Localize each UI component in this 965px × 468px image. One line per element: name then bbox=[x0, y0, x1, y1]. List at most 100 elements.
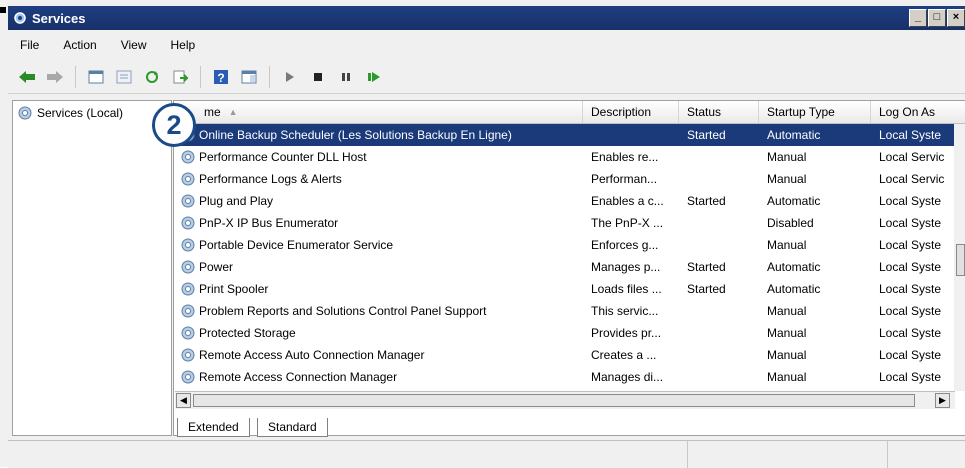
service-startup-type: Manual bbox=[767, 172, 807, 186]
service-log-on-as: Local Syste bbox=[879, 194, 942, 208]
service-description: Manages p... bbox=[591, 260, 661, 274]
export-list-icon[interactable] bbox=[169, 66, 191, 88]
service-description: Creates a ... bbox=[591, 348, 657, 362]
service-name-cell: Performance Logs & Alerts bbox=[174, 168, 583, 190]
status-bar bbox=[8, 440, 965, 468]
help-icon[interactable]: ? bbox=[210, 66, 232, 88]
service-status: Started bbox=[687, 194, 726, 208]
service-row[interactable]: Online Backup Scheduler (Les Solutions B… bbox=[174, 124, 965, 146]
service-row[interactable]: Remote Access Connection Manager Manages … bbox=[174, 366, 965, 388]
window-title: Services bbox=[32, 10, 86, 26]
tab-extended[interactable]: Extended bbox=[177, 418, 250, 437]
service-row[interactable]: Performance Counter DLL Host Enables re..… bbox=[174, 146, 965, 168]
service-row[interactable]: Power Manages p... Started Automatic Local S… bbox=[174, 256, 965, 278]
service-row[interactable]: Performance Logs & Alerts Performan... Man… bbox=[174, 168, 965, 190]
menu-action[interactable]: Action bbox=[51, 38, 108, 52]
status-segment-main bbox=[8, 441, 687, 468]
service-startup-type: Automatic bbox=[767, 194, 821, 208]
service-name-cell: PnP-X IP Bus Enumerator bbox=[174, 212, 583, 234]
horizontal-scrollbar-thumb[interactable] bbox=[193, 394, 915, 407]
service-status bbox=[679, 322, 759, 344]
service-gear-icon bbox=[181, 370, 195, 384]
maximize-button[interactable]: □ bbox=[928, 9, 946, 27]
show-hide-icon[interactable] bbox=[238, 66, 260, 88]
service-description: The PnP-X ... bbox=[591, 216, 664, 230]
service-startup-type: Manual bbox=[767, 304, 807, 318]
service-name-cell: Remote Access Connection Manager bbox=[174, 366, 583, 388]
services-gear-icon bbox=[18, 106, 32, 120]
window-controls: _ □ × bbox=[909, 9, 965, 27]
service-startup-type: Manual bbox=[767, 370, 807, 384]
service-log-on-as: Local Servic bbox=[879, 172, 945, 186]
vertical-scrollbar-thumb[interactable] bbox=[956, 244, 965, 276]
service-name-cell: Plug and Play bbox=[174, 190, 583, 212]
service-name-cell: Problem Reports and Solutions Control Pa… bbox=[174, 300, 583, 322]
status-segment-2 bbox=[686, 441, 888, 468]
service-startup-type: Manual bbox=[767, 326, 807, 340]
service-log-on-as: Local Syste bbox=[879, 238, 942, 252]
service-row[interactable]: Print Spooler Loads files ... Started Autom… bbox=[174, 278, 965, 300]
service-name-cell: Portable Device Enumerator Service bbox=[174, 234, 583, 256]
sort-ascending-icon: ▲ bbox=[228, 107, 238, 117]
service-row[interactable]: Portable Device Enumerator Service Enforc… bbox=[174, 234, 965, 256]
stop-icon[interactable] bbox=[307, 66, 329, 88]
service-name: Problem Reports and Solutions Control Pa… bbox=[199, 304, 487, 318]
back-arrow-icon[interactable] bbox=[16, 66, 38, 88]
refresh-icon[interactable] bbox=[141, 66, 163, 88]
menu-file[interactable]: File bbox=[8, 38, 51, 52]
service-row[interactable]: PnP-X IP Bus Enumerator The PnP-X ... Disa… bbox=[174, 212, 965, 234]
horizontal-scrollbar[interactable]: ◀ ▶ bbox=[175, 391, 955, 409]
console-tree-icon[interactable] bbox=[85, 66, 107, 88]
service-row[interactable]: Protected Storage Provides pr... Manual Loc… bbox=[174, 322, 965, 344]
vertical-scrollbar[interactable] bbox=[954, 124, 965, 391]
service-name: Online Backup Scheduler (Les Solutions B… bbox=[199, 128, 512, 142]
service-startup-type: Automatic bbox=[767, 282, 821, 296]
column-header-name[interactable]: me ▲ bbox=[174, 101, 583, 123]
service-log-on-as: Local Syste bbox=[879, 260, 942, 274]
tree-item-services-local[interactable]: Services (Local) bbox=[17, 105, 123, 121]
status-segment-3 bbox=[887, 441, 965, 468]
service-gear-icon bbox=[181, 348, 195, 362]
menu-bar: File Action View Help bbox=[8, 32, 965, 58]
toolbar-separator bbox=[269, 65, 270, 88]
service-status: Started bbox=[687, 260, 726, 274]
service-name: PnP-X IP Bus Enumerator bbox=[199, 216, 339, 230]
service-name-cell: Performance Counter DLL Host bbox=[174, 146, 583, 168]
service-row[interactable]: Plug and Play Enables a c... Started Automa… bbox=[174, 190, 965, 212]
restart-icon[interactable] bbox=[363, 66, 385, 88]
service-log-on-as: Local Syste bbox=[879, 304, 942, 318]
service-log-on-as: Local Syste bbox=[879, 216, 942, 230]
properties-icon[interactable] bbox=[113, 66, 135, 88]
column-header-status[interactable]: Status bbox=[679, 101, 759, 123]
service-log-on-as: Local Syste bbox=[879, 348, 942, 362]
service-status: Started bbox=[687, 128, 726, 142]
service-description: Manages di... bbox=[591, 370, 664, 384]
service-startup-type: Manual bbox=[767, 238, 807, 252]
minimize-button[interactable]: _ bbox=[909, 9, 927, 27]
service-description bbox=[583, 124, 679, 146]
toolbar-separator bbox=[75, 65, 76, 88]
service-startup-type: Disabled bbox=[767, 216, 814, 230]
play-icon[interactable] bbox=[279, 66, 301, 88]
toolbar-separator bbox=[200, 65, 201, 88]
pause-icon[interactable] bbox=[335, 66, 357, 88]
service-name: Power bbox=[199, 260, 234, 274]
column-header-log-on-as[interactable]: Log On As bbox=[871, 101, 965, 123]
service-name: Protected Storage bbox=[199, 326, 296, 340]
column-header-startup-type[interactable]: Startup Type bbox=[759, 101, 871, 123]
scroll-right-button[interactable]: ▶ bbox=[935, 393, 950, 408]
service-log-on-as: Local Syste bbox=[879, 370, 942, 384]
column-header-description[interactable]: Description bbox=[583, 101, 679, 123]
tab-standard[interactable]: Standard bbox=[257, 418, 328, 437]
menu-help[interactable]: Help bbox=[159, 38, 208, 52]
forward-arrow-icon[interactable] bbox=[44, 66, 66, 88]
service-row[interactable]: Remote Access Auto Connection Manager Cre… bbox=[174, 344, 965, 366]
service-description: Loads files ... bbox=[591, 282, 662, 296]
column-header-row: me ▲ Description Status Startup Type Log… bbox=[174, 101, 965, 124]
scroll-left-button[interactable]: ◀ bbox=[176, 393, 191, 408]
title-bar[interactable]: Services _ □ × bbox=[8, 6, 965, 30]
menu-view[interactable]: View bbox=[109, 38, 159, 52]
service-row[interactable]: Problem Reports and Solutions Control Pa… bbox=[174, 300, 965, 322]
service-gear-icon bbox=[181, 238, 195, 252]
close-button[interactable]: × bbox=[947, 9, 965, 27]
